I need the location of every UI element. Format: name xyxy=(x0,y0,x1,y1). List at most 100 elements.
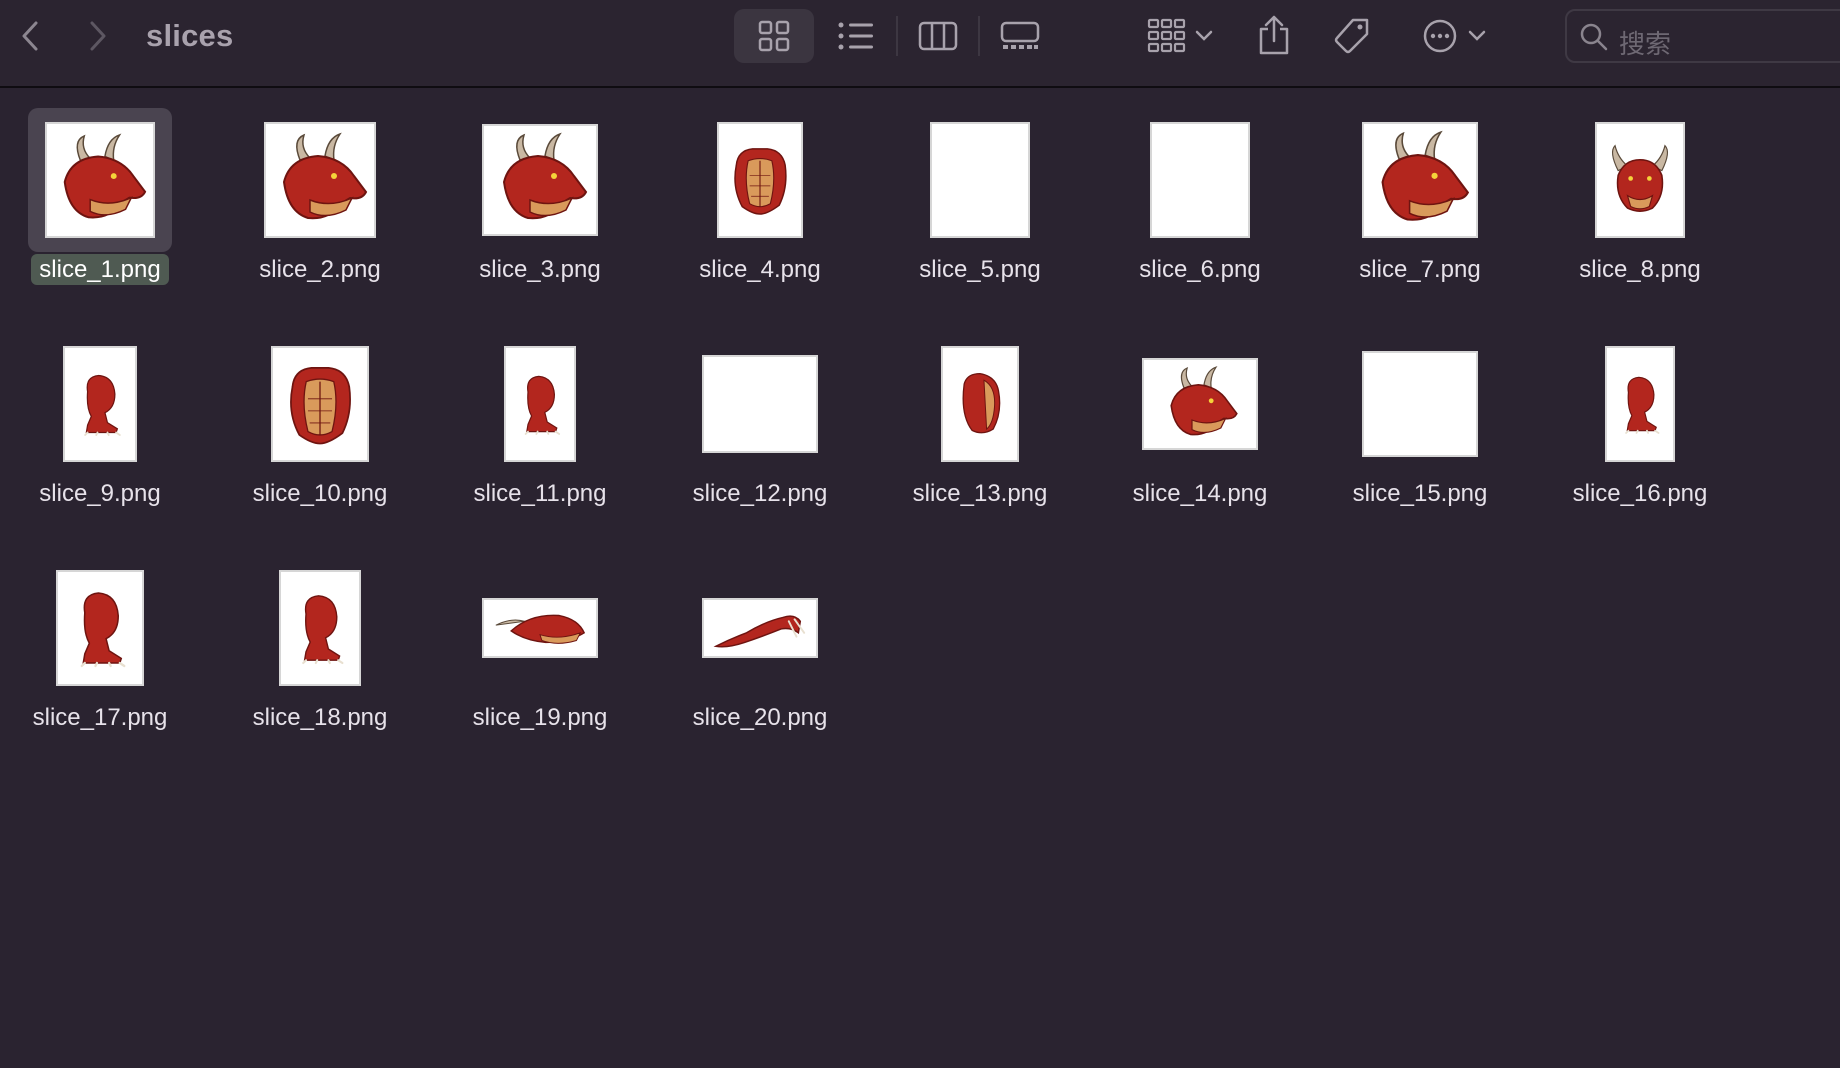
file-thumbnail-blank xyxy=(702,355,818,453)
file-name-text: slice_17.png xyxy=(32,704,168,731)
search-placeholder: 搜索 xyxy=(1619,30,1672,60)
file-name-text: slice_3.png xyxy=(479,256,601,283)
file-name-text: slice_1.png xyxy=(31,254,169,285)
tag-button[interactable] xyxy=(1330,14,1374,58)
file-item[interactable]: slice_14.png xyxy=(1100,314,1300,514)
file-thumbnail-container xyxy=(28,332,172,476)
tag-icon xyxy=(1334,18,1369,54)
file-name-label: slice_19.png xyxy=(440,704,640,732)
file-name-label: slice_9.png xyxy=(0,480,200,508)
file-name-label: slice_5.png xyxy=(880,256,1080,284)
file-item[interactable]: slice_12.png xyxy=(660,314,860,514)
group-by-button[interactable] xyxy=(1140,14,1220,58)
finder-toolbar: slices 搜索 xyxy=(0,0,1840,88)
file-item[interactable]: slice_10.png xyxy=(220,314,420,514)
toolbar-divider xyxy=(896,16,898,56)
gallery-view-button[interactable] xyxy=(990,14,1050,58)
file-thumbnail-container xyxy=(248,332,392,476)
file-thumbnail-container xyxy=(248,556,392,700)
list-view-button[interactable] xyxy=(826,14,886,58)
file-item[interactable]: slice_18.png xyxy=(220,538,420,738)
file-name-label: slice_6.png xyxy=(1100,256,1300,284)
file-item[interactable]: slice_19.png xyxy=(440,538,640,738)
file-name-text: slice_15.png xyxy=(1352,480,1488,507)
file-name-label: slice_4.png xyxy=(660,256,860,284)
file-thumbnail-dragon-head xyxy=(482,124,598,236)
file-item[interactable]: slice_7.png xyxy=(1320,90,1520,290)
file-item[interactable]: slice_4.png xyxy=(660,90,860,290)
icon-view-button[interactable] xyxy=(744,14,804,58)
forward-button[interactable] xyxy=(78,16,118,56)
file-thumbnail-container xyxy=(28,556,172,700)
file-thumbnail-container xyxy=(468,108,612,252)
group-by-icon xyxy=(1147,18,1186,53)
file-thumbnail-container xyxy=(28,108,172,252)
more-actions-button[interactable] xyxy=(1414,14,1494,58)
back-button[interactable] xyxy=(10,16,50,56)
file-item[interactable]: slice_2.png xyxy=(220,90,420,290)
file-item[interactable]: slice_1.png xyxy=(0,90,200,290)
file-name-text: slice_13.png xyxy=(912,480,1048,507)
file-name-label: slice_17.png xyxy=(0,704,200,732)
file-name-label: slice_1.png xyxy=(0,254,200,285)
chevron-right-icon xyxy=(90,21,106,51)
file-thumbnail-blank xyxy=(1150,122,1250,238)
file-thumbnail-dragon-head-flat xyxy=(482,598,598,658)
file-name-text: slice_20.png xyxy=(692,704,828,731)
file-name-label: slice_3.png xyxy=(440,256,640,284)
file-name-text: slice_4.png xyxy=(699,256,821,283)
file-thumbnail-container xyxy=(908,108,1052,252)
file-item[interactable]: slice_5.png xyxy=(880,90,1080,290)
chevron-down-icon xyxy=(1468,30,1486,41)
file-name-label: slice_11.png xyxy=(440,480,640,508)
file-item[interactable]: slice_20.png xyxy=(660,538,860,738)
file-thumbnail-dragon-head xyxy=(1142,358,1258,450)
file-name-label: slice_12.png xyxy=(660,480,860,508)
share-icon xyxy=(1259,15,1289,55)
chevron-down-icon xyxy=(1195,30,1213,41)
file-thumbnail-container xyxy=(688,556,832,700)
file-item[interactable]: slice_13.png xyxy=(880,314,1080,514)
file-item[interactable]: slice_9.png xyxy=(0,314,200,514)
file-thumbnail-container xyxy=(688,108,832,252)
file-name-text: slice_16.png xyxy=(1572,480,1708,507)
grid-view-icon xyxy=(758,20,790,52)
file-item[interactable]: slice_6.png xyxy=(1100,90,1300,290)
file-thumbnail-dragon-head-front xyxy=(1595,122,1685,238)
file-item[interactable]: slice_16.png xyxy=(1540,314,1740,514)
search-field[interactable]: 搜索 xyxy=(1565,9,1840,63)
toolbar-divider xyxy=(978,16,980,56)
column-view-icon xyxy=(918,21,958,51)
file-name-text: slice_12.png xyxy=(692,480,828,507)
column-view-button[interactable] xyxy=(908,14,968,58)
file-thumbnail-blank xyxy=(1362,351,1478,457)
file-item[interactable]: slice_15.png xyxy=(1320,314,1520,514)
file-name-label: slice_14.png xyxy=(1100,480,1300,508)
file-name-label: slice_13.png xyxy=(880,480,1080,508)
file-item[interactable]: slice_17.png xyxy=(0,538,200,738)
file-name-text: slice_2.png xyxy=(259,256,381,283)
file-item[interactable]: slice_11.png xyxy=(440,314,640,514)
file-name-text: slice_10.png xyxy=(252,480,388,507)
file-thumbnail-container xyxy=(1128,332,1272,476)
file-thumbnail-torso xyxy=(717,122,803,238)
file-thumbnail-container xyxy=(688,332,832,476)
file-name-text: slice_5.png xyxy=(919,256,1041,283)
file-name-label: slice_18.png xyxy=(220,704,420,732)
file-thumbnail-container xyxy=(1128,108,1272,252)
file-thumbnail-dragon-head xyxy=(45,122,155,238)
file-thumbnail-arm xyxy=(702,598,818,658)
file-name-label: slice_16.png xyxy=(1540,480,1740,508)
file-name-label: slice_10.png xyxy=(220,480,420,508)
file-item[interactable]: slice_8.png xyxy=(1540,90,1740,290)
file-name-text: slice_6.png xyxy=(1139,256,1261,283)
file-thumbnail-torso xyxy=(271,346,369,462)
file-thumbnail-leg xyxy=(279,570,361,686)
file-thumbnail-dragon-head xyxy=(264,122,376,238)
list-view-icon xyxy=(838,22,873,50)
file-item[interactable]: slice_3.png xyxy=(440,90,640,290)
file-name-text: slice_8.png xyxy=(1579,256,1701,283)
share-button[interactable] xyxy=(1252,10,1296,60)
file-name-text: slice_19.png xyxy=(472,704,608,731)
file-thumbnail-leg xyxy=(63,346,137,462)
